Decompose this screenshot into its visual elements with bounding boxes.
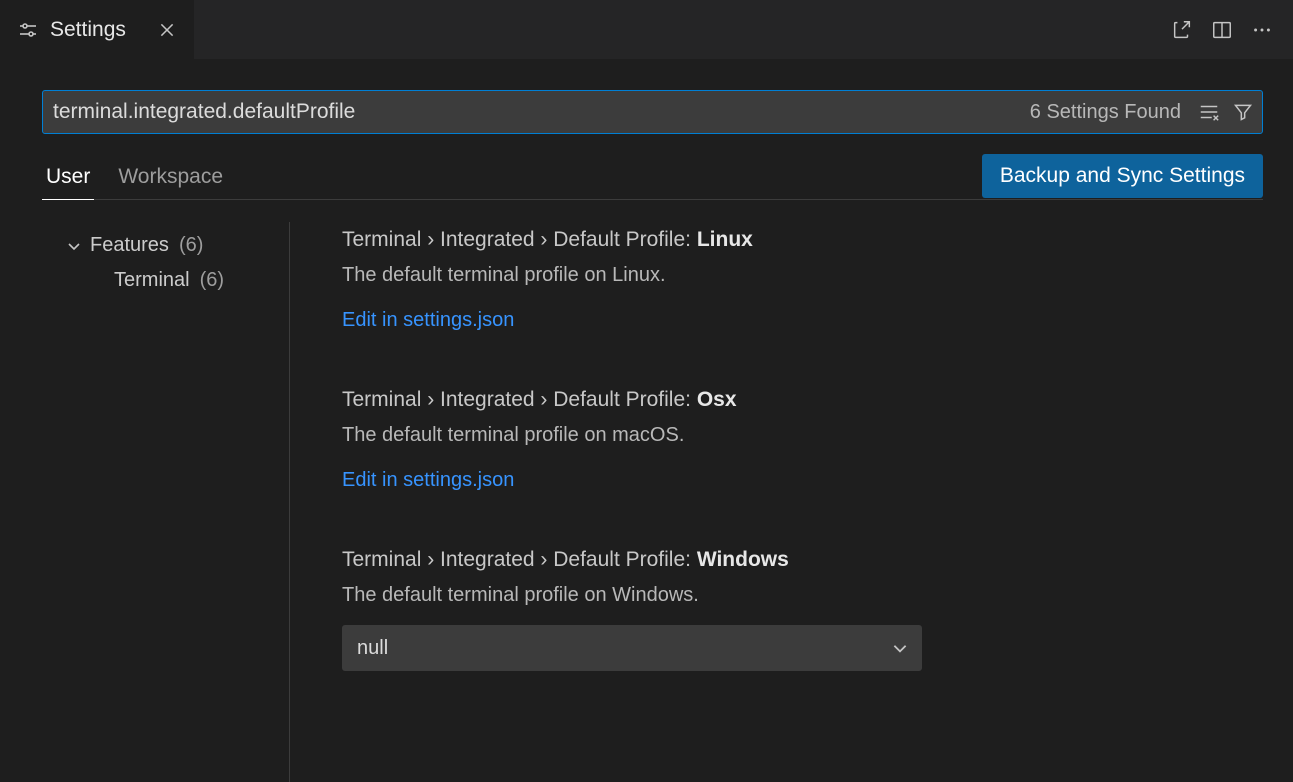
settings-list: Terminal › Integrated › Default Profile:… xyxy=(290,222,1263,782)
setting-description: The default terminal profile on Windows. xyxy=(342,584,1233,607)
open-settings-json-button[interactable] xyxy=(1169,17,1195,43)
settings-tree: Features (6) Terminal (6) xyxy=(42,222,290,782)
tab-title: Settings xyxy=(50,18,126,42)
setting-title: Terminal › Integrated › Default Profile:… xyxy=(342,548,1233,572)
editor-title-actions xyxy=(1169,0,1293,59)
settings-tab[interactable]: Settings xyxy=(0,0,195,59)
scope-tab-workspace[interactable]: Workspace xyxy=(114,165,227,199)
setting-item: Terminal › Integrated › Default Profile:… xyxy=(342,388,1233,492)
setting-description: The default terminal profile on Linux. xyxy=(342,264,1233,287)
tree-label: Features xyxy=(90,234,169,257)
default-profile-windows-select[interactable]: null xyxy=(342,625,922,671)
settings-scope-row: User Workspace Backup and Sync Settings xyxy=(42,156,1263,200)
settings-results-count: 6 Settings Found xyxy=(1030,101,1187,124)
setting-description: The default terminal profile on macOS. xyxy=(342,424,1233,447)
tree-item-terminal[interactable]: Terminal (6) xyxy=(42,263,289,298)
filter-icon[interactable] xyxy=(1231,100,1255,124)
setting-item: Terminal › Integrated › Default Profile:… xyxy=(342,548,1233,671)
tree-item-features[interactable]: Features (6) xyxy=(42,228,289,263)
settings-search-input[interactable] xyxy=(53,100,1166,124)
more-actions-button[interactable] xyxy=(1249,17,1275,43)
clear-search-icon[interactable] xyxy=(1197,100,1221,124)
settings-search-row: 6 Settings Found xyxy=(42,90,1263,134)
edit-in-settings-json-link[interactable]: Edit in settings.json xyxy=(342,469,514,492)
setting-title: Terminal › Integrated › Default Profile:… xyxy=(342,228,1233,252)
select-value: null xyxy=(357,637,388,660)
chevron-down-icon xyxy=(66,238,84,254)
split-editor-button[interactable] xyxy=(1209,17,1235,43)
tree-count: (6) xyxy=(200,269,224,292)
tree-count: (6) xyxy=(179,234,203,257)
tab-bar: Settings xyxy=(0,0,1293,60)
chevron-down-icon xyxy=(891,639,909,657)
setting-item: Terminal › Integrated › Default Profile:… xyxy=(342,228,1233,332)
edit-in-settings-json-link[interactable]: Edit in settings.json xyxy=(342,309,514,332)
settings-editor: 6 Settings Found User Workspace Backup a… xyxy=(0,60,1293,782)
tree-label: Terminal xyxy=(114,269,190,292)
scope-tab-user[interactable]: User xyxy=(42,165,94,200)
setting-title: Terminal › Integrated › Default Profile:… xyxy=(342,388,1233,412)
backup-sync-settings-button[interactable]: Backup and Sync Settings xyxy=(982,154,1263,198)
close-tab-button[interactable] xyxy=(158,21,176,39)
settings-sliders-icon xyxy=(18,20,38,40)
